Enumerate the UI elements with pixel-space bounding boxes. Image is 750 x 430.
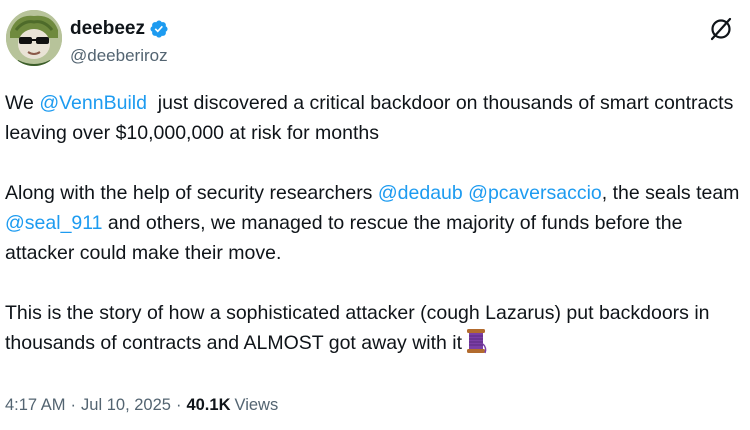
views-label: Views — [234, 396, 279, 414]
mention-link[interactable]: @VennBuild — [39, 92, 147, 114]
avatar[interactable] — [6, 10, 62, 66]
text-span: Along with the help of security research… — [5, 182, 378, 204]
text-span: This is the story of how a sophisticated… — [5, 302, 710, 354]
mention-link[interactable]: @dedaub — [378, 182, 463, 204]
tweet-meta: 4:17 AM · Jul 10, 2025 · 40.1K Views — [5, 396, 278, 415]
separator: · — [175, 396, 182, 414]
tweet-paragraph-1: We @VennBuild just discovered a critical… — [5, 88, 745, 148]
tweet-card: deebeez @deeberiroz We @VennBuild just d… — [0, 0, 750, 430]
name-row: deebeez — [70, 16, 169, 42]
thread-spool-icon — [464, 328, 488, 354]
text-span: , the seals team — [601, 182, 740, 204]
tweet-time[interactable]: 4:17 AM — [5, 396, 66, 415]
avatar-image — [6, 10, 62, 66]
tweet-paragraph-2: Along with the help of security research… — [5, 178, 745, 268]
views-count: 40.1K — [186, 396, 231, 414]
author-info: deebeez @deeberiroz — [70, 16, 169, 66]
verified-badge-icon[interactable] — [149, 19, 169, 39]
grok-icon[interactable] — [708, 16, 734, 42]
separator: · — [70, 396, 77, 414]
tweet-date[interactable]: Jul 10, 2025 — [81, 396, 171, 415]
text-span: We — [5, 92, 40, 114]
mention-link[interactable]: @seal_911 — [5, 212, 103, 234]
text-span: and others, we managed to rescue the maj… — [5, 212, 683, 264]
handle[interactable]: @deeberiroz — [70, 46, 169, 66]
display-name[interactable]: deebeez — [70, 18, 145, 40]
tweet-text: We @VennBuild just discovered a critical… — [5, 88, 745, 358]
mention-link[interactable]: @pcaversaccio — [468, 182, 602, 204]
tweet-paragraph-3: This is the story of how a sophisticated… — [5, 298, 745, 358]
